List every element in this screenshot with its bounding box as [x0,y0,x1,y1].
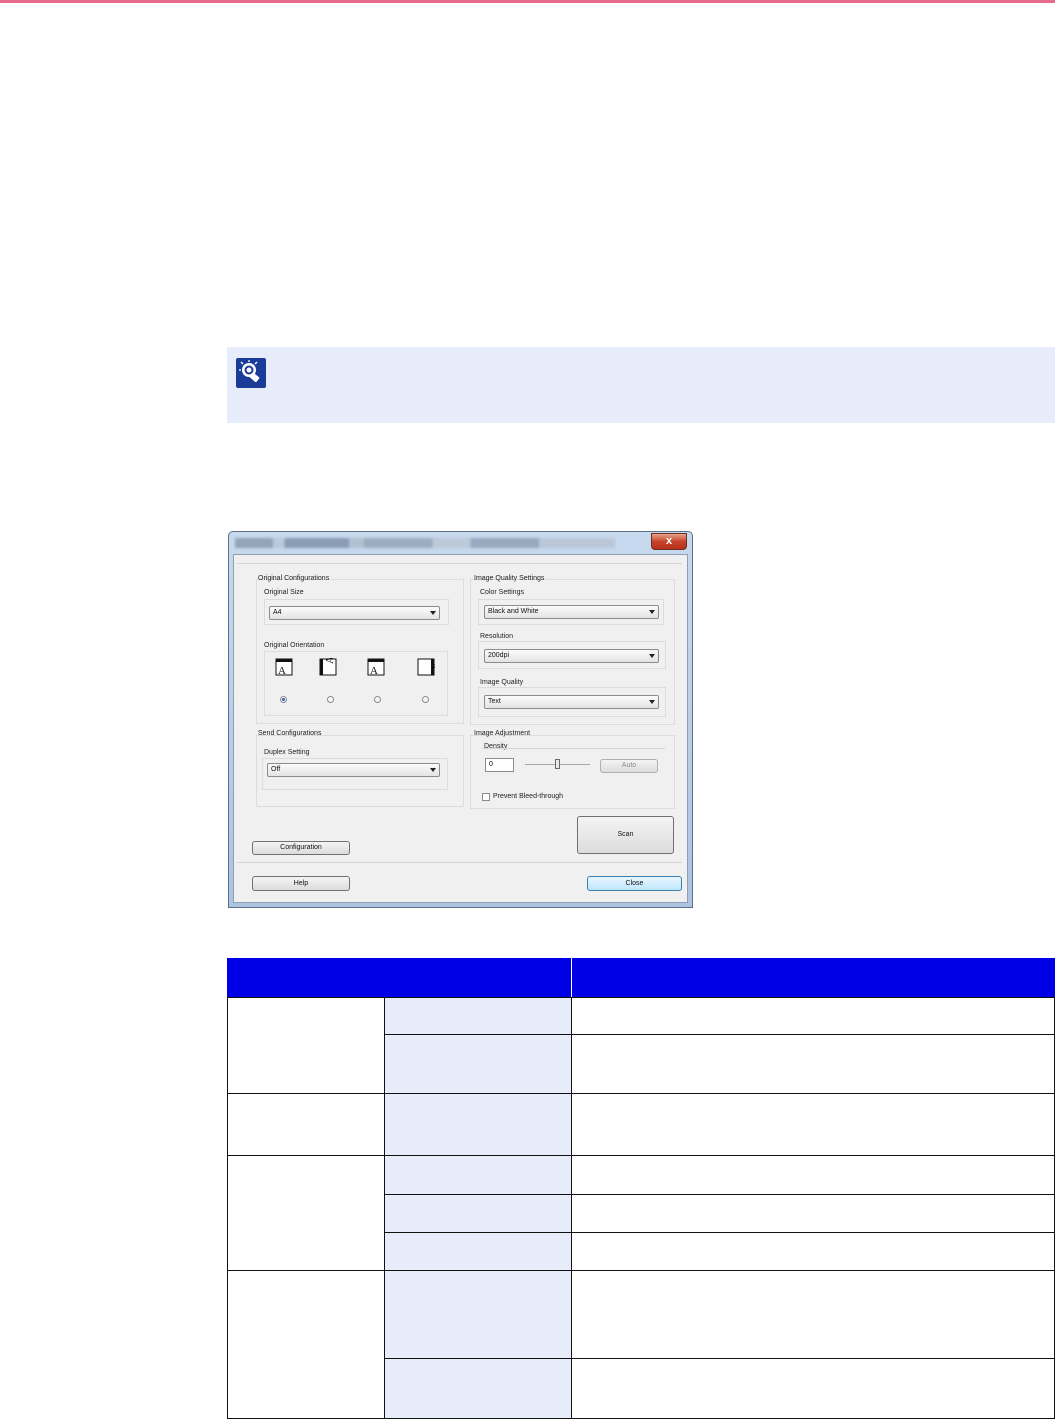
prevent-bleed-through-label: Prevent Bleed-through [493,793,564,800]
table-row-description-cell [571,997,1055,1035]
table-row-description-cell [571,1270,1055,1359]
svg-text:A: A [324,658,336,664]
table-header-row [227,958,1055,997]
resolution-value: 200dpi [488,652,510,659]
hint-note-box [227,347,1055,423]
resolution-label: Resolution [480,633,514,640]
resolution-select[interactable]: 200dpi [484,649,659,663]
table-row-description-cell [571,1358,1055,1419]
settings-table [227,958,1055,1419]
orientation-radio-3[interactable] [374,696,381,703]
table-row-group-cell [227,1270,385,1419]
original-size-select[interactable]: A4 [269,606,440,620]
density-separator [482,748,665,749]
orientation-radio-4[interactable] [422,696,429,703]
table-row-item-cell [384,997,572,1035]
chevron-down-icon [649,700,655,704]
image-quality-settings-title: Image Quality Settings [474,575,545,582]
landscape-rotated-orientation-icon: A [319,658,337,676]
landscape-alt-orientation-icon: A [417,658,435,676]
table-row-group-cell [227,1155,385,1271]
scan-settings-dialog: x Original Configurations Original Size … [228,531,693,908]
table-row-item-cell [384,1358,572,1419]
portrait-upright-orientation-icon: A [275,658,293,676]
svg-text:A: A [278,665,286,676]
table-row-group-cell [227,997,385,1094]
image-adjustment-title: Image Adjustment [474,730,531,737]
dialog-client-area: Original Configurations Original Size A4… [233,554,688,903]
table-row-group-cell [227,1093,385,1156]
auto-button[interactable]: Auto [600,759,658,773]
original-size-value: A4 [273,609,282,616]
table-header-divider [571,958,572,997]
help-button[interactable]: Help [252,876,350,891]
client-separator [237,563,682,564]
original-orientation-label: Original Orientation [264,642,325,649]
chevron-down-icon [649,610,655,614]
portrait-alt-orientation-icon: A [367,658,385,676]
image-quality-value: Text [488,698,501,705]
dialog-title-blurred [235,538,615,548]
color-settings-label: Color Settings [480,589,524,596]
original-configurations-title: Original Configurations [258,575,330,582]
chevron-down-icon [430,611,436,615]
orientation-radio-1[interactable] [280,696,287,703]
svg-text:A: A [428,662,435,670]
chevron-down-icon [430,768,436,772]
density-slider-thumb[interactable] [555,759,560,769]
svg-text:A: A [370,665,378,676]
table-row-item-cell [384,1034,572,1094]
duplex-setting-select[interactable]: Off [267,763,440,777]
configuration-button[interactable]: Configuration [252,841,350,855]
original-size-label: Original Size [264,589,304,596]
color-settings-select[interactable]: Black and White [484,605,659,619]
image-quality-select[interactable]: Text [484,695,659,709]
duplex-setting-value: Off [271,766,281,773]
table-row-description-cell [571,1093,1055,1156]
table-row-item-cell [384,1232,572,1271]
header-rule [0,0,1055,3]
table-row-item-cell [384,1155,572,1195]
color-settings-value: Black and White [488,608,539,615]
chevron-down-icon [649,654,655,658]
table-row-description-cell [571,1034,1055,1094]
lightbulb-hint-icon [236,358,266,388]
footer-separator [237,862,682,863]
image-quality-label: Image Quality [480,679,524,686]
table-row-description-cell [571,1155,1055,1195]
table-row-description-cell [571,1194,1055,1233]
dialog-close-x-button[interactable]: x [651,533,687,550]
close-button[interactable]: Close [587,876,682,891]
table-row-description-cell [571,1232,1055,1271]
prevent-bleed-through-checkbox[interactable] [482,793,490,801]
density-input[interactable]: 0 [485,758,514,772]
scan-button[interactable]: Scan [577,816,674,854]
orientation-radio-2[interactable] [327,696,334,703]
table-row-item-cell [384,1270,572,1359]
table-row-item-cell [384,1194,572,1233]
table-row-item-cell [384,1093,572,1156]
duplex-setting-label: Duplex Setting [264,749,310,756]
send-configurations-title: Send Configurations [258,730,322,737]
